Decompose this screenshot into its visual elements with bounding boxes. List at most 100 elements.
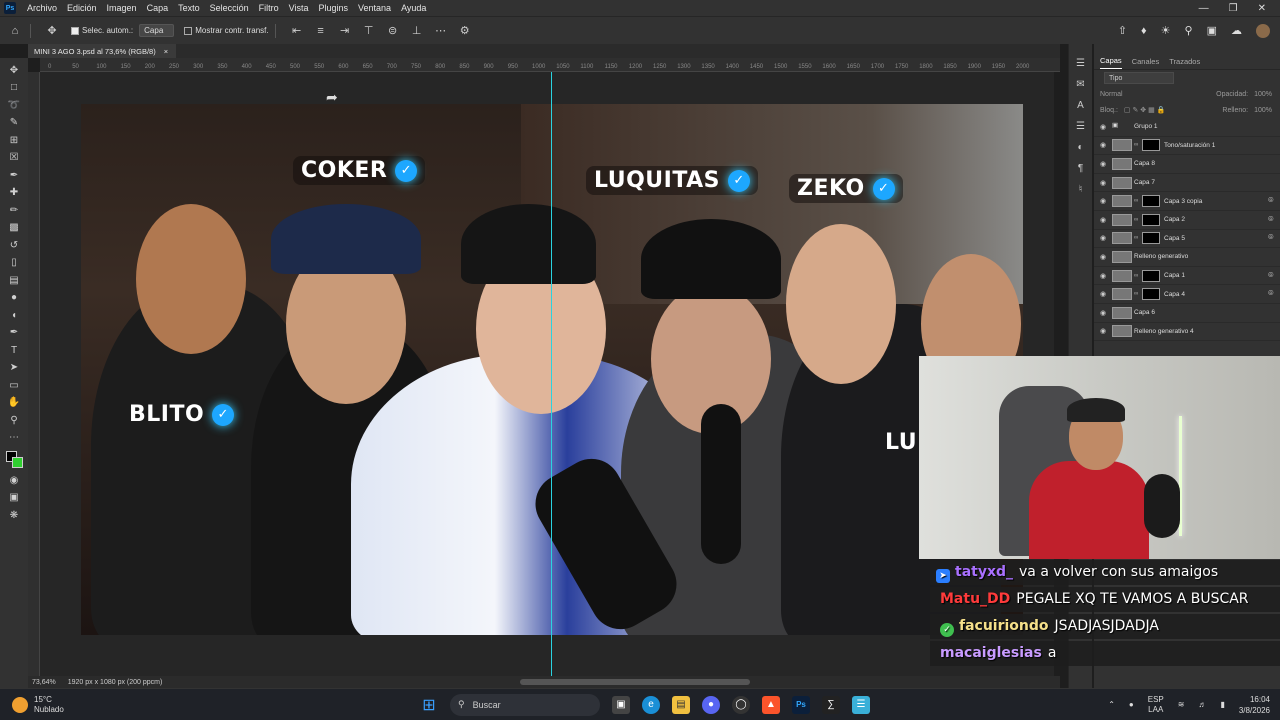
generative-icon[interactable]: ❋ [4, 507, 24, 524]
visibility-eye-icon[interactable]: ◉ [1094, 179, 1112, 187]
layer-mask-thumbnail[interactable] [1142, 195, 1160, 208]
move-tool-icon[interactable]: ✥ [43, 22, 61, 40]
avatar[interactable] [1256, 23, 1270, 38]
search-icon[interactable]: ⚲ [1185, 24, 1193, 37]
canvas-area[interactable]: COKER ✓ LUQUITAS ✓ ZEKO ✓ BLITO ✓ LU ➦ [40, 72, 1054, 676]
layer-row[interactable]: ◉ Relleno generativo 4 [1094, 323, 1280, 342]
frame-tool-icon[interactable]: ☒ [4, 150, 24, 167]
zoom-tool-icon[interactable]: ⚲ [4, 412, 24, 429]
menu-plugins[interactable]: Plugins [314, 3, 354, 13]
stamp-tool-icon[interactable]: ▩ [4, 220, 24, 237]
color-swatches[interactable] [4, 451, 24, 471]
home-icon[interactable]: ⌂ [6, 22, 24, 40]
lock-icons[interactable]: ▢ ✎ ✥ ▦ 🔒 [1124, 106, 1165, 114]
align-bottom-icon[interactable]: ⊥ [408, 22, 426, 40]
volume-icon[interactable]: ♬ [1198, 700, 1206, 709]
menu-texto[interactable]: Texto [173, 3, 205, 13]
task-view-icon[interactable]: ▣ [612, 695, 630, 714]
layer-row[interactable]: ◉ Capa 7 [1094, 174, 1280, 193]
taskbar-search[interactable]: ⚲ Buscar [450, 693, 600, 716]
menu-edicion[interactable]: Edición [62, 3, 102, 13]
weather-widget[interactable]: 15°C Nublado [0, 695, 200, 715]
chain-link-icon[interactable]: ∞ [1134, 142, 1142, 148]
chain-link-icon[interactable]: ∞ [1134, 273, 1142, 279]
layer-row[interactable]: ◉ ∞ Capa 1 ⦾ [1094, 267, 1280, 286]
show-transform-checkbox[interactable] [184, 26, 193, 35]
align-top-icon[interactable]: ⊤ [360, 22, 378, 40]
tab-capas[interactable]: Capas [1100, 56, 1122, 69]
edit-toolbar-icon[interactable]: ⋯ [4, 430, 24, 447]
share-icon[interactable]: ⇧ [1118, 24, 1127, 37]
more-icon[interactable]: ⋯ [432, 22, 450, 40]
auto-select-dropdown[interactable]: Capa [139, 24, 175, 37]
close-tab-icon[interactable]: × [164, 47, 168, 56]
guide-line[interactable] [551, 72, 552, 676]
visibility-eye-icon[interactable]: ◉ [1094, 272, 1112, 280]
hand-tool-icon[interactable]: ✋ [4, 395, 24, 412]
history-icon[interactable]: ☰ [1076, 58, 1085, 69]
filter-select[interactable]: Tipo [1104, 72, 1174, 84]
thumbnail-artboard[interactable]: COKER ✓ LUQUITAS ✓ ZEKO ✓ BLITO ✓ LU [81, 104, 1023, 635]
layer-row[interactable]: ◉ ∞ Capa 4 ⦾ [1094, 285, 1280, 304]
type-tool-icon[interactable]: T [4, 342, 24, 359]
crop-tool-icon[interactable]: ⊞ [4, 132, 24, 149]
layer-mask-thumbnail[interactable] [1142, 269, 1160, 282]
background-color[interactable] [12, 457, 23, 468]
glyphs-icon[interactable]: ♮ [1079, 184, 1083, 195]
layer-row[interactable]: ◉ ∞ Capa 3 copia ⦾ [1094, 192, 1280, 211]
menu-ventana[interactable]: Ventana [353, 3, 396, 13]
battery-icon[interactable]: ▮ [1220, 700, 1224, 709]
color-icon[interactable]: ◐ [1077, 142, 1083, 153]
shape-tool-icon[interactable]: ▭ [4, 377, 24, 394]
brush-tool-icon[interactable]: ✏ [4, 202, 24, 219]
chain-link-icon[interactable]: ∞ [1134, 235, 1142, 241]
marquee-tool-icon[interactable]: □ [4, 80, 24, 97]
visibility-eye-icon[interactable]: ◉ [1094, 216, 1112, 224]
opacity-input[interactable]: 100% [1254, 91, 1280, 98]
chain-link-icon[interactable]: ∞ [1134, 217, 1142, 223]
blur-tool-icon[interactable]: ● [4, 290, 24, 307]
layer-row[interactable]: ◉ ∞ Tono/saturación 1 [1094, 137, 1280, 156]
visibility-eye-icon[interactable]: ◉ [1094, 253, 1112, 261]
chain-link-icon[interactable]: ∞ [1134, 291, 1142, 297]
comments-icon[interactable]: ✉ [1076, 79, 1084, 90]
dodge-tool-icon[interactable]: ◖ [4, 307, 24, 324]
microphone-icon[interactable]: ● [1129, 700, 1134, 709]
visibility-eye-icon[interactable]: ◉ [1094, 160, 1112, 168]
screen-mode-icon[interactable]: ▣ [4, 490, 24, 507]
notifications-icon[interactable]: ♦ [1141, 25, 1147, 37]
document-tab[interactable]: MINI 3 AGO 3.psd al 73,6% (RGB/8) × [28, 44, 177, 58]
layer-mask-thumbnail[interactable] [1142, 139, 1160, 152]
zoom-level[interactable]: 73,64% [32, 679, 56, 686]
workspace-icon[interactable]: ▣ [1207, 24, 1217, 37]
tab-trazados[interactable]: Trazados [1169, 57, 1200, 69]
obs-icon[interactable]: ◯ [732, 695, 750, 714]
quick-select-tool-icon[interactable]: ✎ [4, 115, 24, 132]
clock[interactable]: 16:04 3/8/2026 [1239, 694, 1270, 716]
history-brush-icon[interactable]: ↺ [4, 237, 24, 254]
layer-row[interactable]: ◉ ∞ Capa 5 ⦾ [1094, 230, 1280, 249]
close-icon[interactable]: ✕ [1258, 3, 1266, 14]
move-tool-icon[interactable]: ✥ [4, 62, 24, 79]
notepad-icon[interactable]: ☰ [852, 695, 870, 714]
lasso-tool-icon[interactable]: ➰ [4, 97, 24, 114]
layer-mask-thumbnail[interactable] [1142, 288, 1160, 301]
align-right-icon[interactable]: ⇥ [336, 22, 354, 40]
tray-chevron-icon[interactable]: ⌃ [1108, 700, 1115, 709]
layer-row[interactable]: ◉ Relleno generativo [1094, 248, 1280, 267]
visibility-eye-icon[interactable]: ◉ [1094, 290, 1112, 298]
eraser-tool-icon[interactable]: ▯ [4, 255, 24, 272]
fill-input[interactable]: 100% [1254, 107, 1280, 114]
character-icon[interactable]: A [1077, 100, 1084, 111]
maximize-icon[interactable]: ❐ [1229, 3, 1238, 14]
menu-vista[interactable]: Vista [284, 3, 314, 13]
healing-tool-icon[interactable]: ✚ [4, 185, 24, 202]
adjustments-icon[interactable]: ☰ [1076, 121, 1085, 132]
menu-seleccion[interactable]: Selección [205, 3, 254, 13]
layer-row[interactable]: ◉ ▣ Grupo 1 [1094, 118, 1280, 137]
layer-row[interactable]: ◉ Capa 8 [1094, 155, 1280, 174]
auto-select-checkbox[interactable] [71, 26, 79, 35]
menu-filtro[interactable]: Filtro [254, 3, 284, 13]
layer-row[interactable]: ◉ Capa 6 [1094, 304, 1280, 323]
discord-icon[interactable]: ● [702, 695, 720, 714]
